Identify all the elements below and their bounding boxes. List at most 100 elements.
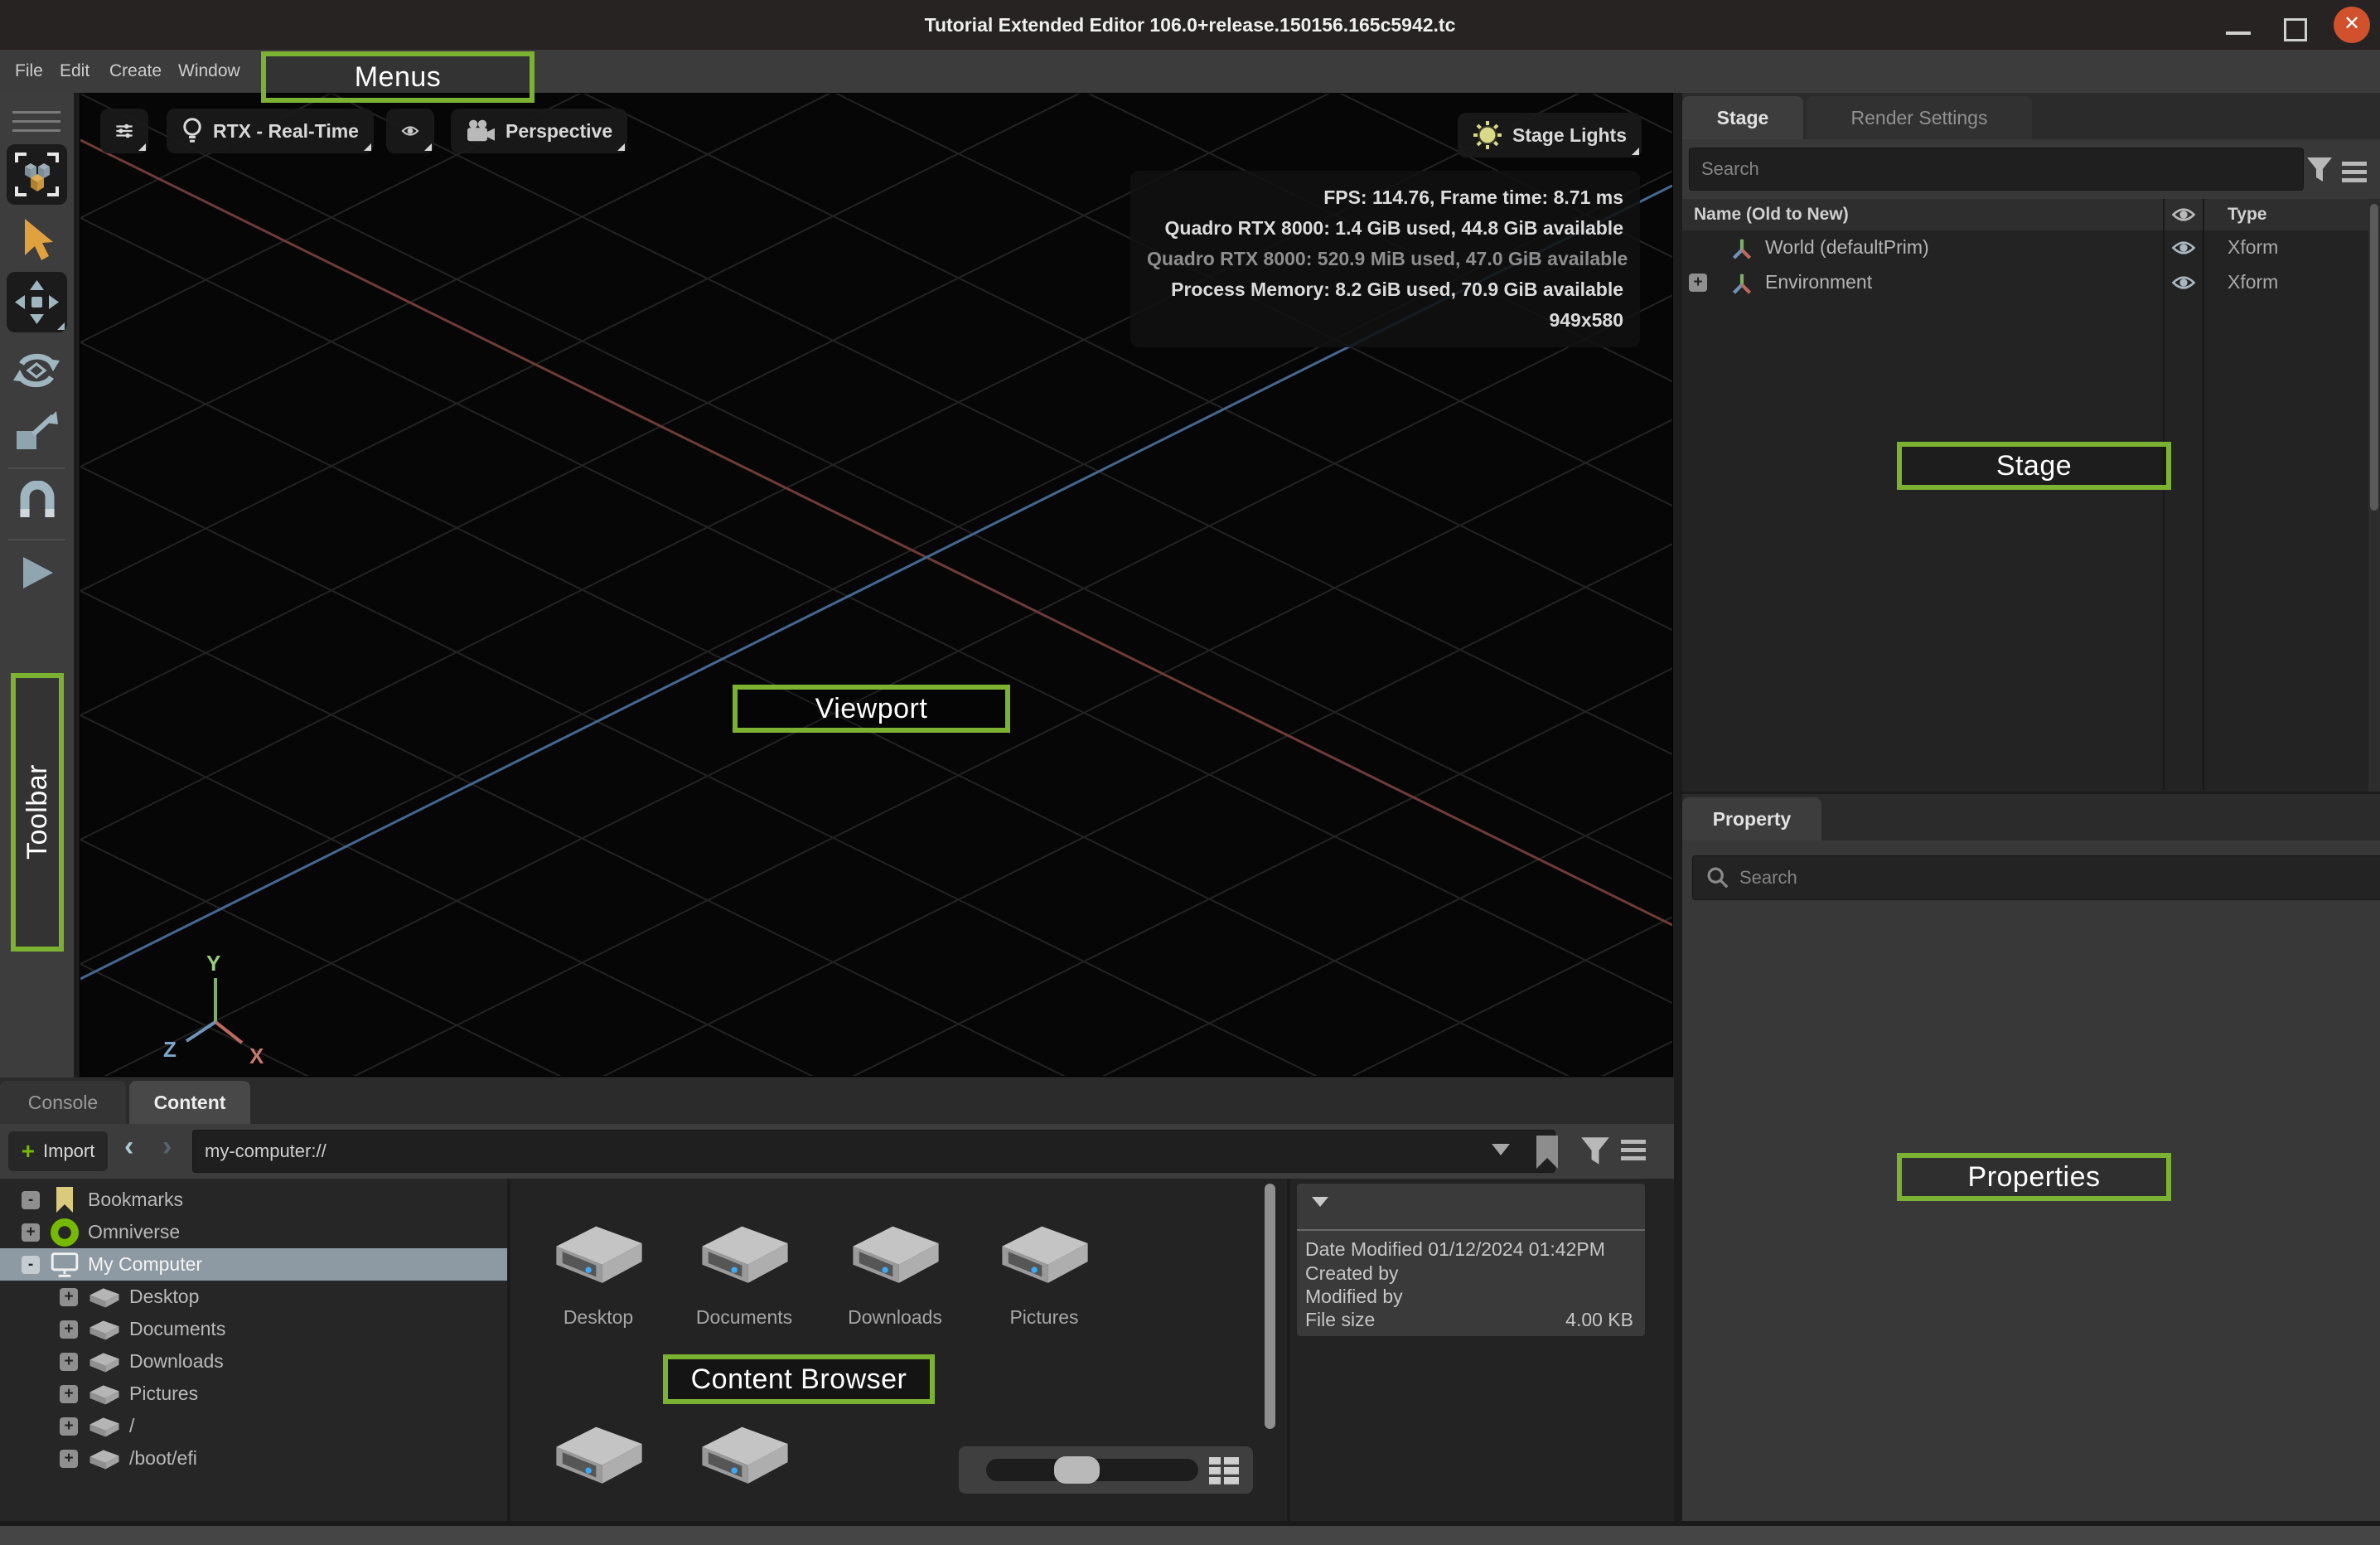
expand-toggle[interactable]: + [1689,274,1707,292]
details-collapse-icon[interactable] [1312,1197,1328,1207]
stage-lights-button[interactable]: Stage Lights [1458,113,1642,157]
expand-toggle[interactable]: - [22,1256,40,1274]
drive-icon [88,1447,121,1470]
grid-item-label[interactable]: Pictures [970,1306,1119,1329]
grid-item-label[interactable]: Documents [670,1306,819,1329]
select-tool-button[interactable] [15,217,58,265]
close-button[interactable]: ✕ [2334,7,2370,43]
tree-item-bookmarks[interactable]: - Bookmarks [0,1184,507,1216]
column-visibility-icon[interactable] [2171,206,2196,224]
camera-label: Perspective [506,120,612,143]
stage-row-world[interactable]: World (defaultPrim) Xform [1682,230,2380,265]
view-mode-toggle-icon[interactable] [1207,1454,1241,1487]
column-type-header[interactable]: Type [2228,199,2266,230]
back-arrow-icon[interactable]: ‹ [124,1131,133,1163]
grid-item-label[interactable]: Desktop [524,1306,673,1329]
play-button[interactable] [18,554,56,592]
viewport-visibility-button[interactable] [386,109,434,153]
rotate-icon [10,346,63,395]
menu-create[interactable]: Create [109,50,162,93]
expand-toggle[interactable]: - [22,1191,40,1209]
address-bar[interactable] [192,1130,1555,1173]
details-file-size-value: 4.00 KB [1565,1309,1633,1331]
drive-item-downloads-icon[interactable] [847,1218,945,1286]
expand-toggle[interactable]: + [60,1353,78,1371]
content-scrollbar-thumb[interactable] [1265,1184,1275,1429]
tree-item-omniverse[interactable]: + Omniverse [0,1216,507,1248]
tab-property[interactable]: Property [1682,797,1821,840]
scale-tool-button[interactable] [13,409,61,454]
expand-toggle[interactable]: + [60,1288,78,1306]
property-search-input[interactable] [1692,855,2380,900]
move-tool-button[interactable] [7,272,67,332]
tab-stage[interactable]: Stage [1682,96,1803,139]
tree-item-downloads[interactable]: + Downloads [0,1345,507,1378]
tree-item-my-computer[interactable]: - My Computer [0,1248,507,1281]
expand-toggle[interactable]: + [60,1417,78,1436]
slider-handle[interactable] [1054,1456,1100,1484]
tab-content[interactable]: Content [129,1081,250,1124]
drive-item-icon[interactable] [550,1419,648,1487]
annotation-viewport: Viewport [733,685,1010,733]
stage-scrollbar-thumb[interactable] [2370,204,2378,511]
forward-arrow-icon[interactable]: › [162,1131,172,1163]
stage-scrollbar-track[interactable] [2368,199,2380,792]
stage-row-name[interactable]: Environment [1765,271,1872,293]
rotate-tool-button[interactable] [10,346,63,395]
tree-item-desktop[interactable]: + Desktop [0,1281,507,1313]
grid-item-label[interactable]: Downloads [820,1306,970,1329]
renderer-button[interactable]: RTX - Real-Time [167,109,374,153]
menu-file[interactable]: File [15,50,43,93]
drive-item-icon[interactable] [696,1419,794,1487]
expand-toggle[interactable]: + [60,1385,78,1403]
stage-filter-icon[interactable] [2305,156,2334,184]
column-name-header[interactable]: Name (Old to New) [1694,199,1849,230]
visibility-eye-icon[interactable] [2171,239,2196,257]
minimize-button[interactable] [2226,31,2251,35]
drive-item-documents-icon[interactable] [696,1218,794,1286]
expand-toggle[interactable]: + [60,1320,78,1339]
camera-button[interactable]: Perspective [451,109,627,153]
stage-search-input[interactable] [1689,148,2304,191]
drive-icon [88,1350,121,1373]
drive-item-pictures-icon[interactable] [996,1218,1094,1286]
tab-render-settings[interactable]: Render Settings [1807,96,2032,139]
expand-toggle[interactable]: + [22,1223,40,1242]
axis-z-label: Z [163,1037,177,1063]
annotation-toolbar: Toolbar [11,673,64,952]
tree-item-boot-efi[interactable]: + /boot/efi [0,1442,507,1475]
stat-resolution: 949x580 [1147,305,1623,336]
tree-item-label: Omniverse [88,1221,180,1243]
xform-icon [1729,235,1755,262]
expand-toggle[interactable]: + [60,1450,78,1468]
viewport-3d[interactable]: Y X Z RTX - Real-Time [80,93,1673,1077]
content-options-icon[interactable] [1621,1136,1646,1165]
tree-item-root[interactable]: + / [0,1410,507,1442]
sun-icon [1473,120,1502,150]
computer-icon [50,1251,80,1279]
viewport-settings-button[interactable] [100,109,148,153]
stage-options-icon[interactable] [2342,157,2367,186]
address-dropdown-icon[interactable] [1492,1144,1510,1155]
import-button[interactable]: + Import [8,1131,108,1171]
prim-select-tool-button[interactable] [7,144,67,205]
tab-console[interactable]: Console [0,1081,126,1124]
tree-item-pictures[interactable]: + Pictures [0,1378,507,1410]
stage-row-environment[interactable]: + Environment Xform [1682,265,2380,300]
stage-row-type: Xform [2228,271,2278,293]
plus-icon: + [22,1138,35,1165]
tree-item-documents[interactable]: + Documents [0,1313,507,1345]
toolbar-grip-icon[interactable] [12,111,60,132]
drive-item-desktop-icon[interactable] [550,1218,648,1286]
stage-row-name[interactable]: World (defaultPrim) [1765,236,1929,259]
menu-window[interactable]: Window [178,50,240,93]
bookmark-icon[interactable] [1531,1134,1563,1170]
drive-icon [88,1286,121,1309]
content-filter-icon[interactable] [1579,1136,1611,1167]
menu-edit[interactable]: Edit [60,50,89,93]
snap-tool-button[interactable] [15,481,60,524]
stage-row-type: Xform [2228,236,2278,259]
visibility-eye-icon[interactable] [2171,274,2196,292]
maximize-button[interactable] [2284,18,2307,41]
omniverse-icon [50,1218,80,1247]
